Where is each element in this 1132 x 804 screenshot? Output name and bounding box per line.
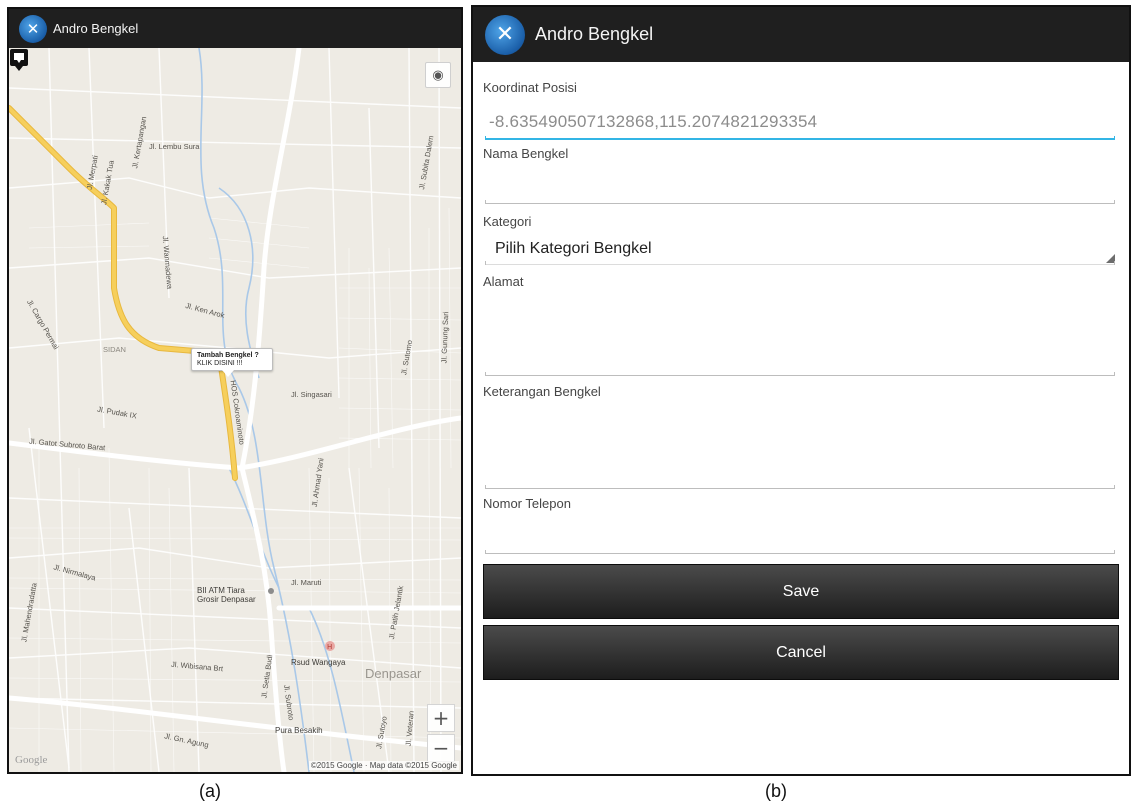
coord-value: -8.635490507132868,115.2074821293354 <box>489 112 818 131</box>
notes-label: Keterangan Bengkel <box>483 384 601 399</box>
coord-label: Koordinat Posisi <box>483 80 577 95</box>
coord-underline <box>485 136 1115 140</box>
svg-text:H: H <box>327 643 332 651</box>
add-workshop-form-screen: ✕ Andro Bengkel Koordinat Posisi -8.6354… <box>471 5 1131 776</box>
phone-label: Nomor Telepon <box>483 496 571 511</box>
phone-field[interactable] <box>485 516 1115 554</box>
map-marker-icon[interactable] <box>9 48 29 72</box>
poi-label-hospital: Rsud Wangaya <box>291 658 346 667</box>
street-label: Jl. Lembu Sura <box>149 142 200 151</box>
city-label: Denpasar <box>365 666 422 681</box>
category-spinner[interactable]: Pilih Kategori Bengkel <box>485 234 1115 265</box>
poi-label-atm: BII ATM Tiara Grosir Denpasar <box>197 586 256 604</box>
app-title: Andro Bengkel <box>535 24 654 44</box>
address-label: Alamat <box>483 274 524 289</box>
category-value: Pilih Kategori Bengkel <box>495 240 652 257</box>
action-bar: ✕ Andro Bengkel <box>473 7 1129 62</box>
wrench-hammer-globe-icon[interactable]: ✕ <box>19 14 47 43</box>
my-location-icon[interactable]: ◉ <box>425 62 451 88</box>
area-label: SIDAN <box>103 345 126 354</box>
add-workshop-infowindow[interactable]: Tambah Bengkel ? KLIK DISINI !!! <box>191 348 273 377</box>
address-underline <box>485 372 1115 376</box>
category-underline <box>485 261 1115 265</box>
workshop-form: Koordinat Posisi -8.635490507132868,115.… <box>473 62 1129 774</box>
address-field[interactable] <box>485 294 1115 376</box>
name-underline <box>485 200 1115 204</box>
zoom-in-button[interactable]: + <box>427 704 455 732</box>
map-screen: ✕ Andro Bengkel H Jl. Lembu Sura Jl. Ker… <box>7 7 463 774</box>
coord-field[interactable]: -8.635490507132868,115.2074821293354 <box>485 104 1115 140</box>
notes-field[interactable] <box>485 404 1115 489</box>
street-label: Jl. Gunung Sari <box>439 311 451 364</box>
caption-a: (a) <box>199 781 221 801</box>
phone-underline <box>485 550 1115 554</box>
street-label: Jl. Maruti <box>291 578 322 587</box>
cancel-button[interactable]: Cancel <box>483 625 1119 680</box>
name-label: Nama Bengkel <box>483 146 569 161</box>
street-label: Jl. Singasari <box>291 390 332 399</box>
wrench-hammer-globe-icon[interactable]: ✕ <box>485 14 525 55</box>
app-title: Andro Bengkel <box>53 21 139 36</box>
google-map[interactable]: H Jl. Lembu Sura Jl. Kertapangan Jl. Mer… <box>9 48 461 772</box>
action-bar: ✕ Andro Bengkel <box>9 9 461 48</box>
name-field[interactable] <box>485 166 1115 204</box>
google-logo: Google <box>15 754 48 766</box>
category-label: Kategori <box>483 214 532 229</box>
poi-label-temple: Pura Besakih <box>275 726 323 735</box>
caption-b: (b) <box>765 781 787 801</box>
zoom-out-button[interactable]: − <box>427 734 455 762</box>
notes-underline <box>485 485 1115 489</box>
infowindow-text: KLIK DISINI !!! <box>197 360 243 367</box>
infowindow-title: Tambah Bengkel ? <box>197 352 259 359</box>
map-attribution: ©2015 Google · Map data ©2015 Google <box>308 761 459 770</box>
save-button[interactable]: Save <box>483 564 1119 619</box>
